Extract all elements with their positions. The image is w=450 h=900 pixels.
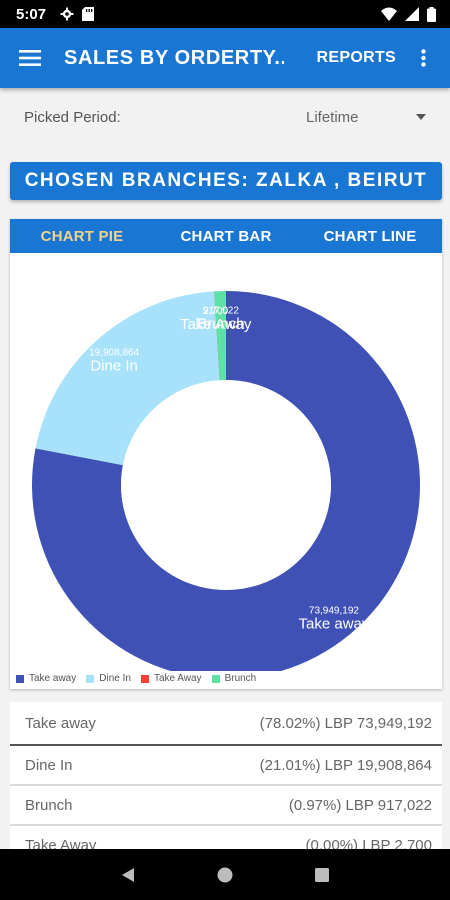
status-time: 5:07 — [16, 5, 47, 23]
home-button[interactable] — [210, 860, 240, 890]
sd-card-icon — [82, 7, 95, 21]
legend-item-brunch-3: Brunch — [211, 673, 257, 684]
chart-tabs: CHART PIE CHART BAR CHART LINE — [10, 219, 442, 253]
menu-button[interactable] — [14, 42, 46, 74]
system-nav-bar — [0, 849, 450, 900]
legend-label: Dine In — [99, 673, 131, 684]
period-value: Lifetime — [306, 108, 359, 126]
legend-swatch — [140, 674, 149, 683]
legend-label: Brunch — [224, 673, 257, 684]
legend-swatch — [86, 674, 95, 683]
legend-swatch — [211, 674, 220, 683]
recents-square-icon — [314, 867, 329, 882]
list-item[interactable]: Brunch (0.97%) LBP 917,022 — [10, 786, 442, 826]
recents-button[interactable] — [307, 860, 337, 890]
legend-swatch — [16, 674, 24, 683]
hamburger-menu-icon — [19, 50, 41, 66]
chart-legend: Take away Dine In Take Away Brunch — [16, 673, 256, 684]
battery-icon — [427, 6, 436, 22]
period-label: Picked Period: — [24, 108, 121, 126]
home-circle-icon — [217, 867, 233, 882]
list-item-amount: (0.97%) LBP 917,022 — [288, 796, 432, 814]
wifi-icon — [381, 7, 397, 21]
list-item[interactable]: Dine In (21.01%) LBP 19,908,864 — [10, 746, 442, 786]
legend-item-take-away-2: Take Away — [140, 673, 202, 684]
list-item[interactable]: Take away (78.02%) LBP 73,949,192 — [10, 702, 442, 746]
back-triangle-icon — [122, 867, 135, 882]
pie-name-label: Dine In — [90, 358, 138, 375]
chosen-branches-button[interactable]: CHOSEN BRANCHES: ZALKA , BEIRUT — [10, 162, 442, 200]
tab-chart-line[interactable]: CHART LINE — [298, 228, 442, 245]
cell-signal-icon — [405, 7, 419, 21]
status-bar: 5:07 — [0, 0, 450, 28]
reports-button[interactable]: REPORTS — [317, 49, 396, 67]
list-item-name: Dine In — [25, 756, 73, 774]
app-bar: SALES BY ORDERTY... REPORTS — [0, 28, 450, 88]
breakdown-list: Take away (78.02%) LBP 73,949,192 Dine I… — [10, 702, 442, 862]
legend-item-dine-in-1: Dine In — [86, 673, 131, 684]
dropdown-arrow-icon — [416, 114, 426, 120]
list-item-name: Take away — [25, 714, 96, 732]
back-button[interactable] — [113, 860, 143, 890]
chart-card: CHART PIE CHART BAR CHART LINE 73,949,19… — [10, 219, 442, 689]
legend-item-take-away-0: Take away — [16, 673, 76, 684]
pie-center-hole — [131, 390, 321, 580]
list-item-amount: (21.01%) LBP 19,908,864 — [259, 756, 432, 774]
tab-chart-pie[interactable]: CHART PIE — [10, 228, 154, 245]
page-title: SALES BY ORDERTY... — [64, 46, 284, 69]
more-options-button[interactable] — [410, 42, 436, 74]
more-vertical-icon — [420, 49, 426, 67]
list-item-name: Brunch — [25, 796, 73, 814]
tab-chart-bar[interactable]: CHART BAR — [154, 228, 298, 245]
period-row: Picked Period: Lifetime — [0, 88, 450, 146]
pie-name-label: Brunch — [197, 316, 245, 333]
pie-chart[interactable]: 73,949,192Take away19,908,864Dine In2,70… — [10, 253, 442, 671]
legend-label: Take Away — [153, 673, 202, 684]
pie-name-label: Take away — [299, 616, 370, 633]
period-dropdown[interactable]: Lifetime — [306, 109, 426, 126]
legend-label: Take away — [29, 673, 77, 684]
settings-gear-icon — [60, 7, 74, 21]
list-item-amount: (78.02%) LBP 73,949,192 — [259, 714, 432, 732]
